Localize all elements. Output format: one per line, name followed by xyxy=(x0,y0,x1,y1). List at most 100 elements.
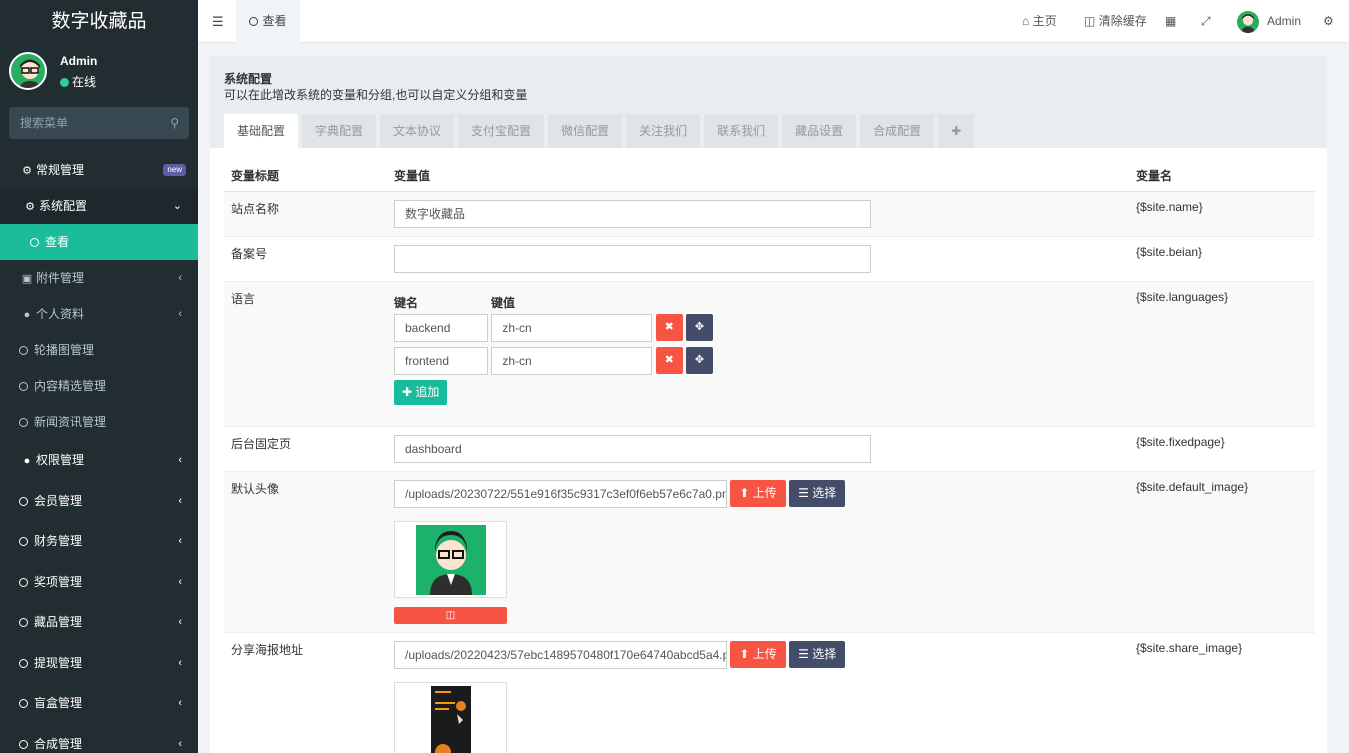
sidebar-item-finance[interactable]: 财务管理 ‹ xyxy=(0,521,198,562)
image-icon: ▣ xyxy=(21,273,33,285)
plus-icon: ✚ xyxy=(402,384,413,399)
circle-icon xyxy=(19,699,28,708)
tab-alipay[interactable]: 支付宝配置 xyxy=(458,114,545,148)
header-user-name[interactable]: Admin xyxy=(1267,0,1301,43)
online-dot-icon xyxy=(60,78,69,87)
table-row: 备案号 {$site.beian} xyxy=(224,235,1315,281)
select-button[interactable]: ☰ 选择 xyxy=(789,479,846,507)
sidebar-item-banner[interactable]: 轮播图管理 xyxy=(0,332,198,368)
circle-icon xyxy=(19,537,28,546)
key-input[interactable]: backend xyxy=(394,313,488,342)
circle-icon xyxy=(19,577,28,587)
avatar-image xyxy=(416,524,486,595)
avatar xyxy=(9,52,47,90)
row-var: {$site.name} xyxy=(1129,190,1315,236)
clear-cache-button[interactable]: ◫ 清除缓存 xyxy=(1084,0,1147,43)
chevron-left-icon: ‹ xyxy=(178,272,182,284)
remove-row-button[interactable]: ✖ xyxy=(655,346,683,374)
row-var: {$site.share_image} xyxy=(1129,631,1315,753)
row-var: {$site.beian} xyxy=(1129,235,1315,281)
sidebar-item-blindbox[interactable]: 盲盒管理 ‹ xyxy=(0,683,198,724)
chevron-left-icon: ‹ xyxy=(178,575,182,588)
fullscreen-icon[interactable]: ⤢ xyxy=(1201,0,1211,43)
sidebar-item-featured[interactable]: 内容精选管理 xyxy=(0,368,198,404)
add-tab-button[interactable]: ✚ xyxy=(938,114,975,148)
image-preview[interactable] xyxy=(394,520,507,598)
row-var: {$site.fixedpage} xyxy=(1129,425,1315,471)
sidebar-item-synthesis[interactable]: 合成管理 ‹ xyxy=(0,724,198,753)
sidebar-menu: ⚙ 常规管理 new ⚙ 系统配置 ⌄ 查看 ▣ 附件管理 ‹ ● 个人资料 ‹ 轮播图管理 内… xyxy=(0,152,198,753)
settings-gear-icon[interactable]: ⚙ xyxy=(1323,0,1334,43)
table-row: 站点名称 数字收藏品 {$site.name} xyxy=(224,190,1315,236)
hamburger-icon[interactable]: ☰ xyxy=(212,0,224,43)
table-row: 后台固定页 dashboard {$site.fixedpage} xyxy=(224,425,1315,471)
upload-button[interactable]: ⬆ 上传 xyxy=(730,479,786,507)
column-header: 变量标题 xyxy=(224,161,387,192)
language-row: frontend zh-cn ✖ ✥ xyxy=(394,346,1122,380)
drag-handle-icon[interactable]: ✥ xyxy=(686,313,714,341)
tab-text-agreement[interactable]: 文本协议 xyxy=(380,114,455,148)
circle-icon xyxy=(249,17,259,26)
tab-dictionary[interactable]: 字典配置 xyxy=(302,114,377,148)
tab-synthesis-config[interactable]: 合成配置 xyxy=(860,114,935,148)
tab-contact-us[interactable]: 联系我们 xyxy=(704,114,779,148)
delete-image-button[interactable]: ◫ xyxy=(394,606,507,624)
sidebar-item-member[interactable]: 会员管理 ‹ xyxy=(0,481,198,522)
sidebar: 数字收藏品 Admin 在线 搜索菜单 ⚲ ⚙ 常规管理 new ⚙ 系统配置 ⌄ 查看 … xyxy=(0,0,198,753)
upload-icon: ⬆ xyxy=(739,485,750,500)
header-avatar[interactable] xyxy=(1237,11,1259,33)
remove-row-button[interactable]: ✖ xyxy=(655,313,683,341)
beian-input[interactable] xyxy=(394,244,871,273)
share-image-input[interactable]: /uploads/20220423/57ebc1489570480f170e64… xyxy=(394,640,727,669)
sidebar-item-news[interactable]: 新闻资讯管理 xyxy=(0,404,198,440)
sidebar-item-view[interactable]: 查看 xyxy=(0,224,198,260)
row-var: {$site.languages} xyxy=(1129,280,1315,426)
tab-basic[interactable]: 基础配置 xyxy=(224,114,299,148)
value-label: 键值 xyxy=(491,295,516,310)
image-preview[interactable] xyxy=(394,681,507,753)
search-icon[interactable]: ⚲ xyxy=(170,107,179,139)
menu-search-input[interactable]: 搜索菜单 ⚲ xyxy=(9,107,189,139)
tab-follow-us[interactable]: 关注我们 xyxy=(626,114,701,148)
add-row-button[interactable]: ✚ 追加 xyxy=(394,379,448,405)
sidebar-item-attachment[interactable]: ▣ 附件管理 ‹ xyxy=(0,260,198,296)
row-title: 备案号 xyxy=(224,235,387,281)
chevron-left-icon: ‹ xyxy=(178,737,182,750)
chevron-down-icon: ⌄ xyxy=(172,200,182,212)
sidebar-item-config[interactable]: ⚙ 系统配置 ⌄ xyxy=(0,188,198,224)
list-icon: ☰ xyxy=(798,485,809,500)
upload-button[interactable]: ⬆ 上传 xyxy=(730,640,786,668)
sidebar-item-auth[interactable]: ● 权限管理 ‹ xyxy=(0,440,198,481)
chevron-left-icon: ‹ xyxy=(178,697,182,709)
home-link[interactable]: ⌂ 主页 xyxy=(1022,0,1057,43)
fixedpage-input[interactable]: dashboard xyxy=(394,434,871,463)
sidebar-item-profile[interactable]: ● 个人资料 ‹ xyxy=(0,296,198,332)
tab-view[interactable]: 查看 xyxy=(236,0,300,43)
sidebar-item-withdraw[interactable]: 提现管理 ‹ xyxy=(0,643,198,684)
row-title: 默认头像 xyxy=(224,470,387,632)
sidebar-item-award[interactable]: 奖项管理 ‹ xyxy=(0,562,198,603)
default-image-input[interactable]: /uploads/20230722/551e916f35c9317c3ef0f6… xyxy=(394,479,727,508)
key-input[interactable]: frontend xyxy=(394,346,488,375)
chevron-left-icon: ‹ xyxy=(178,308,182,320)
row-title: 站点名称 xyxy=(224,190,387,236)
sidebar-item-general[interactable]: ⚙ 常规管理 new xyxy=(0,152,198,188)
sidebar-item-collection[interactable]: 藏品管理 ‹ xyxy=(0,602,198,643)
user-icon: ● xyxy=(23,309,31,321)
brand-logo[interactable]: 数字收藏品 xyxy=(0,0,198,43)
row-title: 语言 xyxy=(224,280,387,426)
tab-collection-settings[interactable]: 藏品设置 xyxy=(782,114,857,148)
value-input[interactable]: zh-cn xyxy=(491,313,653,342)
trash-icon: ◫ xyxy=(1084,14,1096,28)
tab-wechat[interactable]: 微信配置 xyxy=(548,114,623,148)
circle-icon xyxy=(30,238,39,247)
row-var: {$site.default_image} xyxy=(1129,470,1315,632)
select-button[interactable]: ☰ 选择 xyxy=(789,640,846,668)
drag-handle-icon[interactable]: ✥ xyxy=(686,346,714,374)
value-input[interactable]: zh-cn xyxy=(491,346,653,375)
language-row: backend zh-cn ✖ ✥ xyxy=(394,313,1122,347)
circle-icon xyxy=(19,382,28,391)
translate-icon[interactable]: ▦ xyxy=(1165,0,1176,43)
home-icon: ⌂ xyxy=(1022,14,1030,28)
site-name-input[interactable]: 数字收藏品 xyxy=(394,199,871,228)
